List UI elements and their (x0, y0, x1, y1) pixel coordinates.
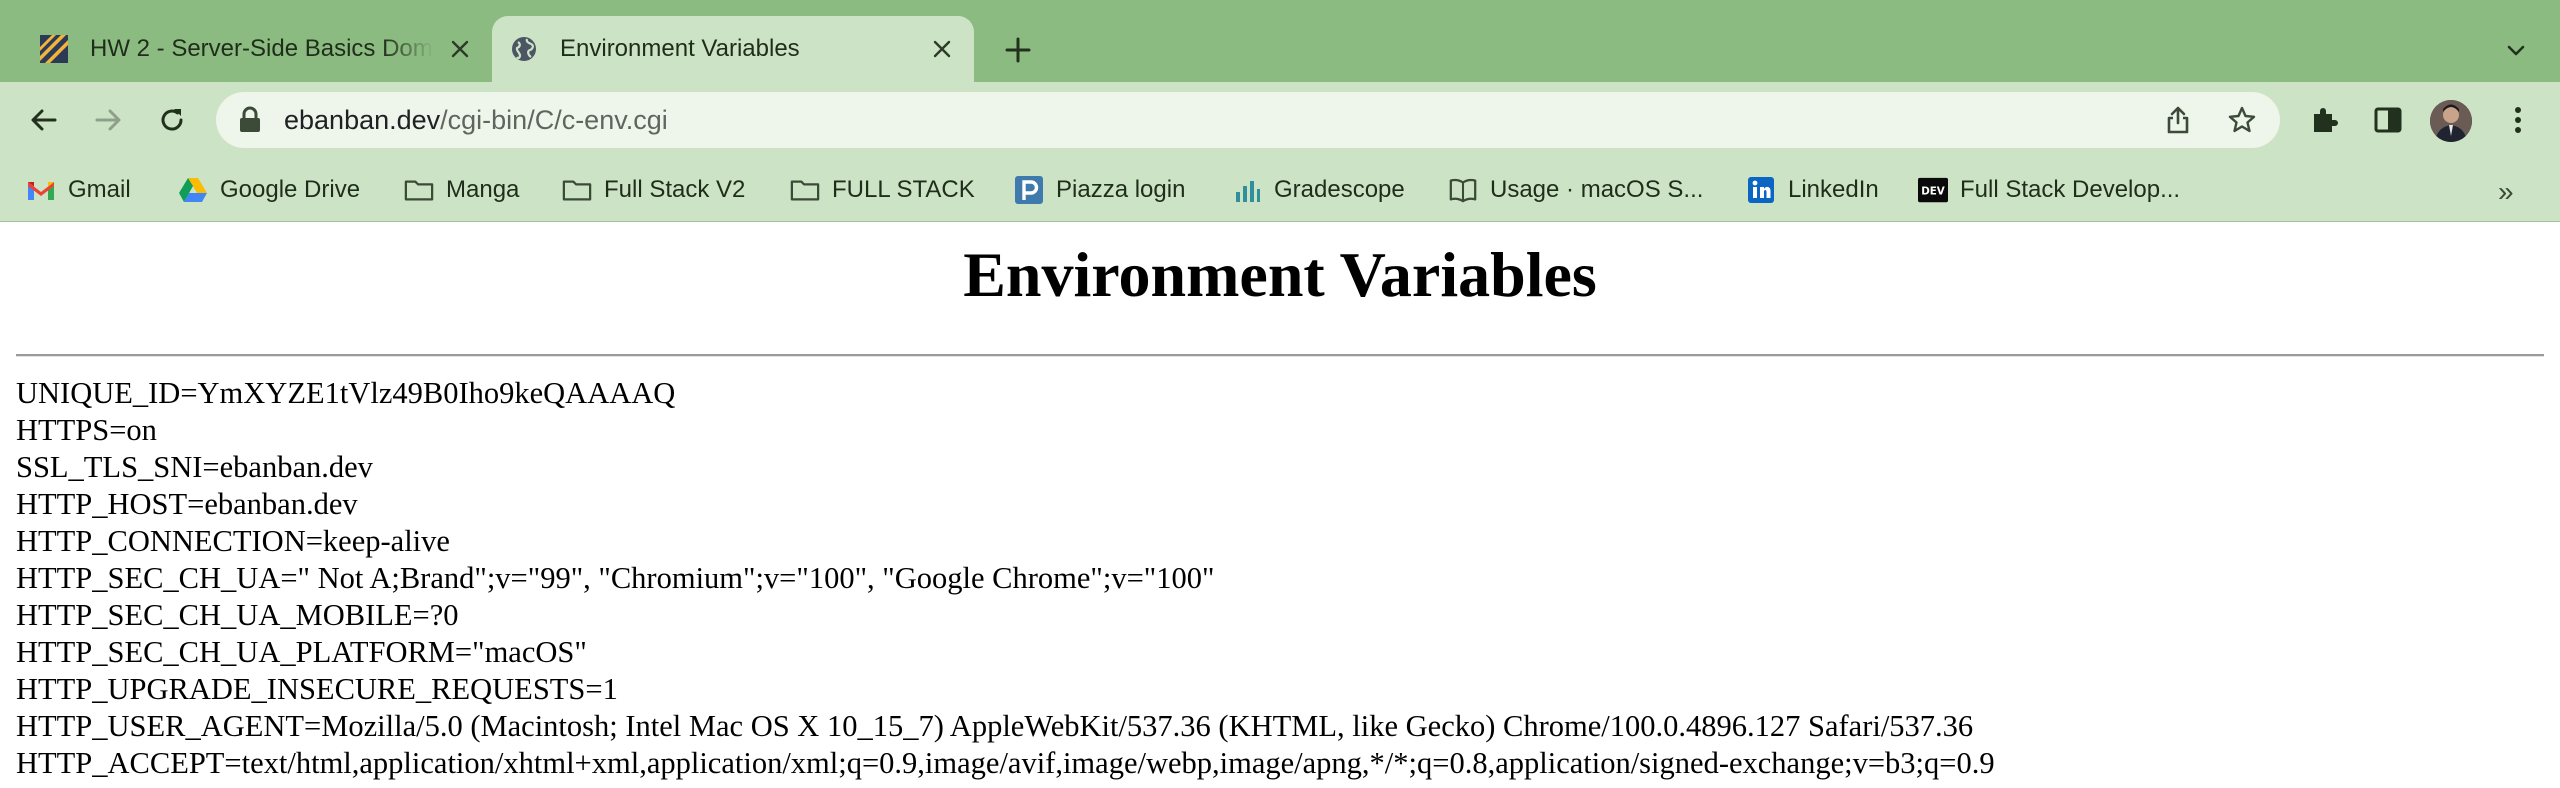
chrome-menu-icon[interactable] (2496, 98, 2540, 142)
bookmark-folder-full-stack[interactable]: FULL STACK (790, 172, 975, 208)
bookmark-label: Google Drive (220, 176, 361, 203)
google-drive-icon (178, 175, 208, 205)
tab-search-chevron-icon[interactable] (2496, 30, 2536, 70)
env-var-line: HTTP_SEC_CH_UA=" Not A;Brand";v="99", "C… (16, 561, 1215, 595)
share-icon[interactable] (2158, 100, 2198, 140)
bookmarks-overflow-chevron[interactable]: » (2498, 176, 2514, 208)
horizontal-rule (16, 354, 2544, 357)
book-icon (1448, 175, 1478, 205)
env-var-line: HTTP_HOST=ebanban.dev (16, 487, 358, 521)
bookmark-linkedin[interactable]: LinkedIn (1746, 172, 1879, 208)
extensions-puzzle-icon[interactable] (2302, 98, 2346, 142)
close-tab-icon[interactable] (442, 31, 478, 67)
url-path: /cgi-bin/C/c-env.cgi (440, 105, 668, 135)
piazza-icon (1014, 175, 1044, 205)
env-var-line: HTTP_SEC_CH_UA_PLATFORM="macOS" (16, 635, 587, 669)
folder-icon (790, 175, 820, 205)
bookmark-label: Manga (446, 176, 520, 203)
folder-icon (562, 175, 592, 205)
tab-title: Environment Variables (560, 35, 800, 62)
env-var-line: HTTP_USER_AGENT=Mozilla/5.0 (Macintosh; … (16, 709, 1974, 743)
env-var-line: HTTP_ACCEPT=text/html,application/xhtml+… (16, 746, 1995, 780)
reload-button[interactable] (150, 98, 194, 142)
bookmark-google-drive[interactable]: Google Drive (178, 172, 360, 208)
page-title: Environment Variables (963, 239, 1597, 310)
back-button[interactable] (22, 98, 66, 142)
back-arrow-icon (31, 109, 57, 131)
bookmark-label: Full Stack V2 (604, 176, 746, 203)
reload-icon (161, 109, 183, 131)
folder-icon (404, 175, 434, 205)
new-tab-button[interactable] (998, 30, 1038, 70)
env-var-line: SSL_TLS_SNI=ebanban.dev (16, 450, 373, 484)
address-bar[interactable]: ebanban.dev/cgi-bin/C/c-env.cgi (216, 92, 2280, 148)
bookmark-folder-full-stack-v2[interactable]: Full Stack V2 (562, 172, 745, 208)
url-text[interactable]: ebanban.dev/cgi-bin/C/c-env.cgi (284, 105, 668, 135)
env-var-line: HTTP_UPGRADE_INSECURE_REQUESTS=1 (16, 672, 618, 706)
environment-variable-list: UNIQUE_ID=YmXYZE1tVlz49B0Iho9keQAAAAQ HTT… (16, 375, 1995, 782)
globe-icon (508, 33, 540, 65)
url-domain: ebanban.dev (284, 105, 441, 135)
bookmark-star-icon[interactable] (2222, 100, 2262, 140)
env-var-line: HTTPS=on (16, 413, 157, 447)
bookmark-label: Gradescope (1274, 176, 1405, 203)
bookmark-folder-manga[interactable]: Manga (404, 172, 519, 208)
svg-text:DEV: DEV (1921, 186, 1945, 198)
tab-title: HW 2 - Server-Side Basics Doma (90, 35, 434, 62)
side-panel-icon[interactable] (2366, 98, 2410, 142)
forward-arrow-icon (95, 109, 121, 131)
bookmark-gmail[interactable]: Gmail (26, 172, 131, 208)
bookmark-label: Gmail (68, 176, 131, 203)
env-var-line: HTTP_SEC_CH_UA_MOBILE=?0 (16, 598, 459, 632)
bookmark-label: Piazza login (1056, 176, 1186, 203)
close-tab-icon[interactable] (924, 31, 960, 67)
bookmarks-bar: Gmail Google Drive Manga Full Stack V2 F… (0, 158, 2560, 222)
env-var-line: HTTP_CONNECTION=keep-alive (16, 524, 450, 558)
dev-icon: DEV (1918, 175, 1948, 205)
forward-button[interactable] (86, 98, 130, 142)
env-var-line: UNIQUE_ID=YmXYZE1tVlz49B0Iho9keQAAAAQ (16, 376, 676, 410)
bookmark-label: LinkedIn (1788, 176, 1879, 203)
lock-icon[interactable] (238, 106, 262, 134)
tab-hw2[interactable]: HW 2 - Server-Side Basics Doma (22, 16, 492, 82)
bookmark-label: Usage · macOS S... (1490, 176, 1704, 203)
bookmark-label: FULL STACK (832, 176, 975, 203)
browser-toolbar: ebanban.dev/cgi-bin/C/c-env.cgi (0, 82, 2560, 158)
tab-strip: HW 2 - Server-Side Basics Doma Environme… (0, 0, 2560, 82)
bookmark-label: Full Stack Develop... (1960, 176, 2181, 203)
bookmark-gradescope[interactable]: Gradescope (1232, 172, 1405, 208)
profile-avatar[interactable] (2430, 100, 2472, 142)
tab-environment-variables[interactable]: Environment Variables (492, 16, 974, 82)
gmail-icon (26, 175, 56, 205)
canvas-stripes-icon (38, 33, 70, 65)
linkedin-icon (1746, 175, 1776, 205)
bookmark-usage-macos[interactable]: Usage · macOS S... (1448, 172, 1703, 208)
page-content: Environment Variables UNIQUE_ID=YmXYZE1t… (0, 222, 2560, 788)
bookmark-full-stack-developer[interactable]: DEV Full Stack Develop... (1918, 172, 2180, 208)
gradescope-icon (1232, 175, 1262, 205)
bookmark-piazza-login[interactable]: Piazza login (1014, 172, 1185, 208)
